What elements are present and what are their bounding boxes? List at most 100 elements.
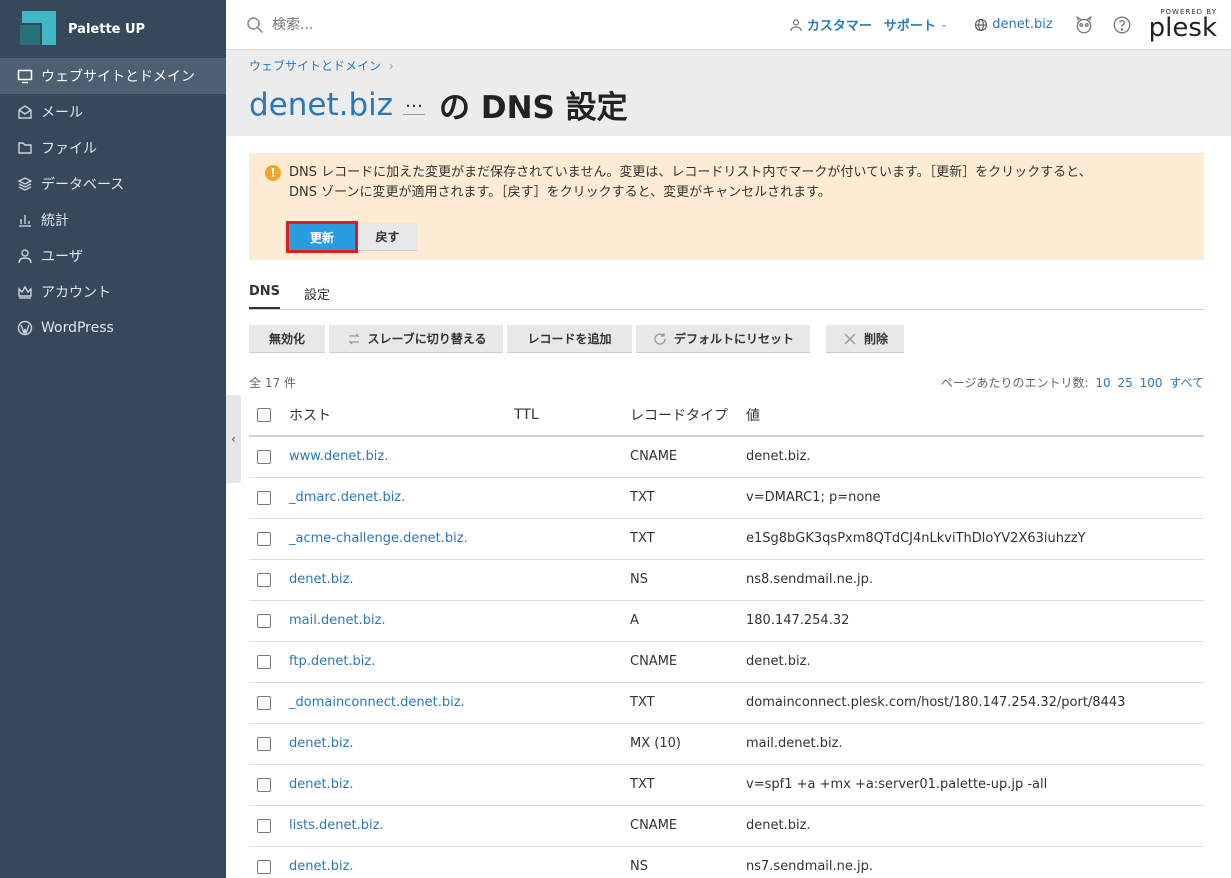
- row-checkbox[interactable]: [257, 572, 271, 587]
- title-text: の DNS 設定: [439, 90, 628, 126]
- host-link[interactable]: _dmarc.denet.biz.: [289, 490, 405, 505]
- search-box: [246, 16, 766, 34]
- sidebar-item-mail[interactable]: メール: [0, 94, 226, 130]
- unsaved-changes-alert: ! DNS レコードに加えた変更がまだ保存されていません。変更は、レコードリスト…: [249, 153, 1204, 260]
- select-all-checkbox[interactable]: [257, 407, 271, 422]
- value-cell: e1Sg8bGK3qsPxm8QTdCJ4nLkviThDloYV2X63iuh…: [746, 518, 1204, 560]
- sidebar-item-label: 統計: [41, 213, 69, 229]
- host-link[interactable]: ftp.denet.biz.: [289, 654, 375, 669]
- per-page-10[interactable]: 10: [1095, 376, 1110, 390]
- sidebar-item-label: ウェブサイトとドメイン: [41, 69, 195, 85]
- chevron-down-icon: ⌄: [939, 19, 949, 30]
- sidebar-item-websites[interactable]: ウェブサイトとドメイン: [0, 58, 226, 94]
- header-type[interactable]: レコードタイプ: [630, 394, 746, 437]
- table-row: _dmarc.denet.biz. TXT v=DMARC1; p=none: [249, 477, 1204, 519]
- host-link[interactable]: denet.biz.: [289, 777, 354, 792]
- row-checkbox[interactable]: [257, 654, 271, 669]
- host-link[interactable]: _domainconnect.denet.biz.: [289, 695, 465, 710]
- per-page-25[interactable]: 25: [1117, 376, 1132, 390]
- delete-label: 削除: [863, 332, 888, 346]
- header-host[interactable]: ホスト: [289, 394, 514, 437]
- tabs: DNS 設定: [249, 284, 1204, 310]
- type-cell: NS: [630, 559, 746, 601]
- host-link[interactable]: mail.denet.biz.: [289, 613, 386, 628]
- host-link[interactable]: denet.biz.: [289, 572, 354, 587]
- host-cell: denet.biz.: [289, 559, 514, 601]
- sidebar-item-databases[interactable]: データベース: [0, 166, 226, 202]
- row-check-cell: [249, 723, 289, 765]
- support-menu[interactable]: サポート ⌄: [884, 15, 948, 34]
- table-row: mail.denet.biz. A 180.147.254.32: [249, 600, 1204, 642]
- tab-settings[interactable]: 設定: [304, 284, 330, 309]
- type-cell: MX (10): [630, 723, 746, 765]
- tab-dns[interactable]: DNS: [249, 284, 281, 309]
- sidebar-item-account[interactable]: アカウント: [0, 274, 226, 310]
- type-cell: TXT: [630, 764, 746, 806]
- per-page-selector: ページあたりのエントリ数: 10 25 100 すべて: [941, 374, 1204, 391]
- host-link[interactable]: denet.biz.: [289, 736, 354, 751]
- title-domain[interactable]: denet.biz: [249, 87, 393, 123]
- row-checkbox[interactable]: [257, 859, 271, 874]
- chevron-right-icon: ›: [388, 59, 394, 73]
- value-cell: ns7.sendmail.ne.jp.: [746, 846, 1204, 878]
- per-page-100[interactable]: 100: [1140, 376, 1163, 390]
- value-cell: denet.biz.: [746, 436, 1204, 478]
- row-checkbox[interactable]: [257, 531, 271, 546]
- plesk-wordmark: plesk: [1148, 12, 1217, 43]
- brand[interactable]: Palette UP: [0, 0, 226, 58]
- ttl-cell: [514, 436, 630, 478]
- dns-records-body: www.denet.biz. CNAME denet.biz. _dmarc.dene…: [249, 436, 1204, 878]
- sidebar: Palette UP ウェブサイトとドメイン メール ファイル データベース 統…: [0, 0, 226, 878]
- add-record-button[interactable]: レコードを追加: [507, 325, 632, 353]
- sidebar-collapse-handle[interactable]: ‹: [226, 395, 241, 483]
- header-ttl[interactable]: TTL: [514, 394, 630, 437]
- row-checkbox[interactable]: [257, 490, 271, 505]
- user-icon: [790, 18, 802, 31]
- sidebar-item-users[interactable]: ユーザ: [0, 238, 226, 274]
- sidebar-item-wordpress[interactable]: WordPress: [0, 310, 226, 346]
- delete-button[interactable]: 削除: [826, 325, 904, 353]
- switch-slave-button[interactable]: スレーブに切り替える: [329, 325, 503, 353]
- sidebar-item-label: メール: [41, 105, 83, 121]
- sidebar-item-files[interactable]: ファイル: [0, 130, 226, 166]
- header-value[interactable]: 値: [746, 394, 1204, 437]
- table-row: denet.biz. MX (10) mail.denet.biz.: [249, 723, 1204, 765]
- host-link[interactable]: www.denet.biz.: [289, 449, 388, 464]
- reset-default-button[interactable]: デフォルトにリセット: [636, 325, 810, 353]
- value-cell: denet.biz.: [746, 805, 1204, 847]
- search-input[interactable]: [272, 16, 672, 33]
- disable-button[interactable]: 無効化: [249, 325, 325, 353]
- ttl-cell: [514, 641, 630, 683]
- row-check-cell: [249, 518, 289, 560]
- ttl-cell: [514, 723, 630, 765]
- row-checkbox[interactable]: [257, 613, 271, 628]
- domain-link[interactable]: denet.biz: [974, 17, 1053, 32]
- host-cell: denet.biz.: [289, 723, 514, 765]
- folder-icon: [16, 139, 34, 157]
- database-icon: [16, 175, 34, 193]
- host-link[interactable]: _acme-challenge.denet.biz.: [289, 531, 468, 546]
- help-icon[interactable]: [1112, 15, 1132, 35]
- type-cell: TXT: [630, 682, 746, 724]
- row-checkbox[interactable]: [257, 818, 271, 833]
- switch-icon: [347, 333, 360, 344]
- host-cell: _acme-challenge.denet.biz.: [289, 518, 514, 560]
- customer-link[interactable]: カスタマー: [789, 15, 872, 34]
- per-page-all[interactable]: すべて: [1169, 376, 1204, 390]
- row-checkbox[interactable]: [257, 736, 271, 751]
- mascot-icon[interactable]: [1074, 15, 1094, 35]
- sidebar-item-stats[interactable]: 統計: [0, 202, 226, 238]
- ttl-cell: [514, 477, 630, 519]
- more-button[interactable]: …: [403, 92, 426, 115]
- row-checkbox[interactable]: [257, 449, 271, 464]
- host-link[interactable]: denet.biz.: [289, 859, 354, 874]
- revert-button[interactable]: 戻す: [358, 223, 417, 251]
- update-button[interactable]: 更新: [286, 221, 358, 253]
- breadcrumb-link[interactable]: ウェブサイトとドメイン: [249, 59, 381, 73]
- value-cell: domainconnect.plesk.com/host/180.147.254…: [746, 682, 1204, 724]
- type-cell: CNAME: [630, 805, 746, 847]
- value-cell: ns8.sendmail.ne.jp.: [746, 559, 1204, 601]
- host-link[interactable]: lists.denet.biz.: [289, 818, 384, 833]
- row-checkbox[interactable]: [257, 777, 271, 792]
- row-checkbox[interactable]: [257, 695, 271, 710]
